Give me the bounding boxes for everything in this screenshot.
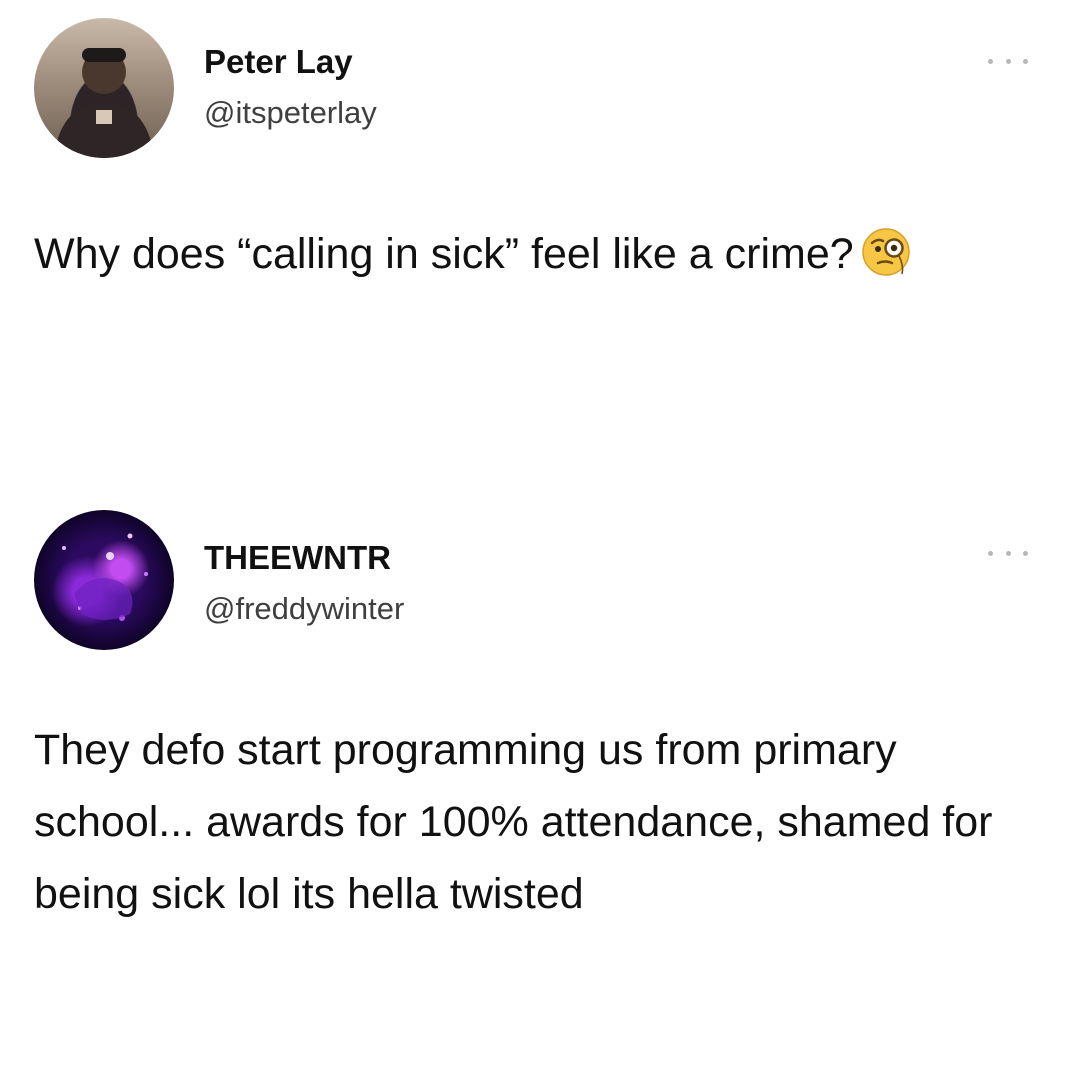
avatar[interactable] [34, 510, 174, 650]
tweet: THEEWNTR @freddywinter They defo start p… [0, 500, 1080, 1074]
more-dots-icon [1023, 58, 1028, 64]
more-dots-icon [1005, 550, 1011, 556]
more-dots-icon [988, 58, 993, 64]
profile-photo [62, 533, 148, 621]
user-handle[interactable]: @itspeterlay [204, 94, 377, 132]
tweet-text-content: They defo start programming us from prim… [34, 726, 993, 918]
more-dots-icon [988, 550, 993, 556]
tweet: Peter Lay @itspeterlay Why does “calling… [0, 0, 1080, 500]
tweet-text: Why does “calling in sick” feel like a c… [34, 218, 1024, 290]
tweet-text: They defo start programming us from prim… [34, 714, 1024, 930]
profile-photo [54, 48, 154, 158]
user-handle[interactable]: @freddywinter [204, 590, 404, 628]
tweet-text-content: Why does “calling in sick” feel like a c… [34, 230, 854, 278]
display-name[interactable]: Peter Lay [204, 42, 353, 82]
display-name[interactable]: THEEWNTR [204, 538, 391, 578]
more-options-button[interactable] [988, 54, 1028, 68]
avatar[interactable] [34, 18, 174, 158]
more-dots-icon [1023, 550, 1028, 556]
more-dots-icon [1005, 58, 1011, 64]
more-options-button[interactable] [988, 546, 1028, 560]
face-with-monocle-icon [860, 226, 912, 278]
